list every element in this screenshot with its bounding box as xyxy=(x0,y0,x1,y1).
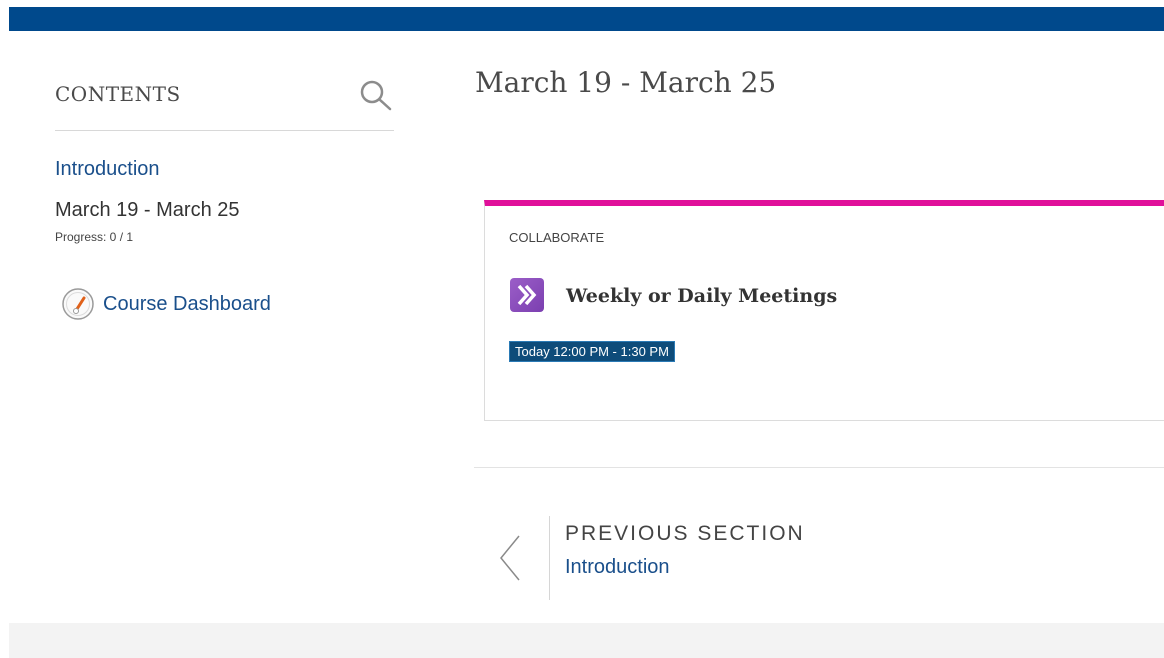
course-dashboard-label: Course Dashboard xyxy=(103,292,271,315)
course-dashboard-link[interactable]: Course Dashboard xyxy=(61,287,271,321)
card-category: COLLABORATE xyxy=(509,230,605,245)
activity-title-link[interactable]: Weekly or Daily Meetings xyxy=(566,285,837,307)
previous-section-label: PREVIOUS SECTION xyxy=(565,522,805,545)
sidebar-item-current-section[interactable]: March 19 - March 25 xyxy=(55,199,240,222)
page-title: March 19 - March 25 xyxy=(475,66,777,99)
section-progress: Progress: 0 / 1 xyxy=(55,230,134,244)
previous-section-target: Introduction xyxy=(565,556,670,578)
schedule-badge: Today 12:00 PM - 1:30 PM xyxy=(509,341,675,362)
sidebar-item-introduction[interactable]: Introduction xyxy=(55,158,160,181)
previous-section-link[interactable]: PREVIOUS SECTION Introduction xyxy=(497,516,837,600)
chevron-left-icon xyxy=(500,535,520,581)
activity-card: COLLABORATE Weekly or Daily Meetings Tod… xyxy=(484,200,1164,421)
search-icon xyxy=(360,80,392,111)
sidebar-divider xyxy=(55,130,394,131)
section-divider xyxy=(474,467,1164,468)
search-button[interactable] xyxy=(358,78,394,112)
previous-section-divider xyxy=(549,516,550,600)
collaborate-icon xyxy=(510,278,544,312)
contents-heading: CONTENTS xyxy=(55,82,181,106)
top-banner xyxy=(9,7,1164,31)
dashboard-gauge-icon xyxy=(62,288,94,320)
footer-bar xyxy=(9,623,1164,658)
